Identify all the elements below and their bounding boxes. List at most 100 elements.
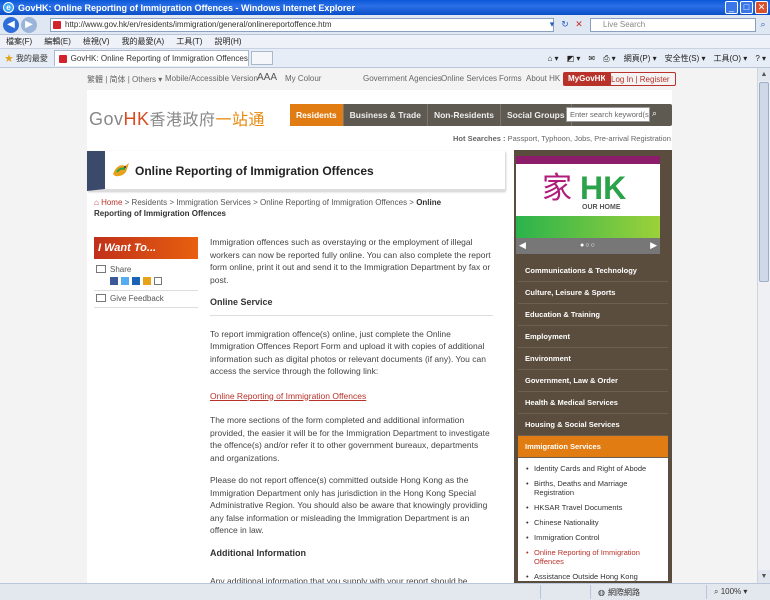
- minimize-button[interactable]: _: [725, 1, 738, 14]
- tools-menu[interactable]: 工具(O) ▾: [714, 53, 748, 64]
- language-switch[interactable]: 繁體 | 简体 | Others ▾: [87, 74, 162, 85]
- online-services-link[interactable]: Online Services: [441, 74, 497, 83]
- safety-menu[interactable]: 安全性(S) ▾: [665, 53, 706, 64]
- banner-next-icon[interactable]: ▶: [650, 240, 657, 251]
- page-title-box: Online Reporting of Immigration Offences: [87, 151, 505, 191]
- hot-searches-label: Hot Searches :: [453, 134, 506, 143]
- cat-communications[interactable]: Communications & Technology: [518, 260, 668, 282]
- my-colour-link[interactable]: My Colour: [285, 74, 321, 83]
- cat-government[interactable]: Government, Law & Order: [518, 370, 668, 392]
- i-want-to-banner[interactable]: I Want To...: [94, 237, 198, 259]
- zoom-control[interactable]: ⌕ 100% ▾: [714, 587, 747, 597]
- twitter-icon[interactable]: [121, 277, 129, 285]
- more-sections-paragraph: The more sections of the form completed …: [210, 415, 490, 463]
- login-register-link[interactable]: Log In | Register: [605, 72, 676, 86]
- keyword-search-icon[interactable]: ⌕: [652, 108, 657, 119]
- url-input[interactable]: http://www.gov.hk/en/residents/immigrati…: [50, 18, 554, 32]
- sub-chinese-nationality[interactable]: Chinese Nationality: [524, 518, 668, 527]
- stop-icon[interactable]: ✕: [572, 18, 586, 32]
- site-header: GovHK香港政府一站通 Residents Business & Trade …: [87, 90, 672, 150]
- cat-immigration[interactable]: Immigration Services: [518, 436, 668, 458]
- refresh-icon[interactable]: ↻: [558, 18, 572, 32]
- address-bar: ◀ ▶ http://www.gov.hk/en/residents/immig…: [0, 15, 770, 35]
- nav-social-groups[interactable]: Social Groups: [501, 104, 572, 126]
- scroll-thumb[interactable]: [759, 82, 769, 282]
- menu-help[interactable]: 說明(H): [214, 36, 241, 47]
- print-icon[interactable]: ⎙ ▾: [603, 54, 616, 64]
- right-sidebar: 家 HK OUR HOME ◀ ●○○ ▶ Communications & T…: [514, 150, 672, 583]
- about-hk-link[interactable]: About HK: [526, 74, 560, 83]
- home-icon[interactable]: ⌂ ▾: [547, 54, 558, 63]
- facebook-icon[interactable]: [110, 277, 118, 285]
- menu-edit[interactable]: 編輯(E): [44, 36, 71, 47]
- mygovhk-button[interactable]: MyGovHK: [563, 72, 612, 86]
- sub-travel-documents[interactable]: HKSAR Travel Documents: [524, 503, 668, 512]
- sub-immigration-control[interactable]: Immigration Control: [524, 533, 668, 542]
- maximize-button[interactable]: □: [740, 1, 753, 14]
- govhk-page: 繁體 | 简体 | Others ▾ Mobile/Accessible Ver…: [87, 68, 676, 583]
- scroll-up-icon[interactable]: ▲: [758, 68, 770, 81]
- sub-identity-cards[interactable]: Identity Cards and Right of Abode: [524, 464, 668, 473]
- dropdown-arrow-icon[interactable]: ▾: [545, 18, 559, 32]
- vertical-scrollbar[interactable]: ▲ ▼: [757, 68, 770, 583]
- government-agencies-link[interactable]: Government Agencies: [363, 74, 442, 83]
- home-icon[interactable]: ⌂: [94, 198, 99, 207]
- live-search-input[interactable]: Live Search: [590, 18, 756, 32]
- mobile-version-link[interactable]: Mobile/Accessible Version: [165, 74, 258, 83]
- our-home-banner[interactable]: 家 HK OUR HOME ◀ ●○○ ▶: [516, 156, 660, 254]
- menu-view[interactable]: 檢視(V): [83, 36, 110, 47]
- breadcrumb-trail[interactable]: > Residents > Immigration Services > Onl…: [122, 198, 416, 207]
- favorites-star-icon[interactable]: ★: [4, 52, 14, 65]
- banner-prev-icon[interactable]: ◀: [519, 240, 526, 251]
- menu-file[interactable]: 檔案(F): [6, 36, 32, 47]
- left-tools: Share Give Feedback: [96, 263, 196, 304]
- nav-residents[interactable]: Residents: [290, 104, 344, 126]
- tab-label: GovHK: Online Reporting of Immigration O…: [70, 54, 248, 63]
- menu-favorites[interactable]: 我的最愛(A): [122, 36, 165, 47]
- status-divider: [706, 585, 707, 599]
- govhk-logo[interactable]: GovHK香港政府一站通: [89, 106, 265, 130]
- cat-education[interactable]: Education & Training: [518, 304, 668, 326]
- mail-icon[interactable]: ✉: [588, 54, 595, 63]
- page-viewport: 繁體 | 简体 | Others ▾ Mobile/Accessible Ver…: [0, 68, 757, 583]
- nav-business-trade[interactable]: Business & Trade: [344, 104, 428, 126]
- cat-culture[interactable]: Culture, Leisure & Sports: [518, 282, 668, 304]
- online-reporting-link[interactable]: Online Reporting of Immigration Offences: [210, 391, 366, 401]
- cat-housing[interactable]: Housing & Social Services: [518, 414, 668, 436]
- sub-assistance-outside[interactable]: Assistance Outside Hong Kong: [524, 572, 668, 581]
- feedback-row[interactable]: Give Feedback: [96, 292, 196, 304]
- hot-searches-terms[interactable]: Passport, Typhoon, Jobs, Pre-arrival Reg…: [508, 134, 671, 143]
- nav-non-residents[interactable]: Non-Residents: [428, 104, 501, 126]
- email-share-icon[interactable]: [154, 277, 162, 285]
- scroll-down-icon[interactable]: ▼: [758, 570, 770, 583]
- sub-online-reporting[interactable]: Online Reporting of Immigration Offences: [524, 548, 668, 566]
- keyword-search-input[interactable]: Enter search keyword(s): [566, 107, 650, 122]
- delicious-icon[interactable]: [132, 277, 140, 285]
- new-tab-button[interactable]: [250, 51, 273, 65]
- font-size-control[interactable]: AAA: [257, 72, 277, 83]
- banner-pager[interactable]: ●○○: [580, 242, 596, 249]
- back-button[interactable]: ◀: [3, 16, 19, 33]
- mail-icon: [96, 265, 106, 273]
- browser-tab[interactable]: GovHK: Online Reporting of Immigration O…: [53, 50, 249, 66]
- digg-icon[interactable]: [143, 277, 151, 285]
- page-menu[interactable]: 網頁(P) ▾: [624, 53, 657, 64]
- article-body: Immigration offences such as overstaying…: [210, 236, 493, 583]
- feeds-icon[interactable]: ◩ ▾: [567, 54, 581, 63]
- cat-health[interactable]: Health & Medical Services: [518, 392, 668, 414]
- favorites-label[interactable]: 我的最愛: [16, 53, 48, 64]
- help-icon[interactable]: ? ▾: [755, 54, 766, 63]
- logo-chinese-2: 一站通: [215, 112, 266, 129]
- sub-births-deaths[interactable]: Births, Deaths and Marriage Registration: [524, 479, 668, 497]
- zone-label: 網際網路: [607, 588, 640, 597]
- menu-tools[interactable]: 工具(T): [176, 36, 202, 47]
- forward-button[interactable]: ▶: [21, 16, 37, 33]
- forms-link[interactable]: Forms: [499, 74, 522, 83]
- search-icon[interactable]: ⌕: [757, 18, 769, 32]
- breadcrumb-home[interactable]: Home: [101, 198, 122, 207]
- additional-info-heading: Additional Information: [210, 547, 306, 558]
- share-row[interactable]: Share: [96, 263, 196, 275]
- close-button[interactable]: ✕: [755, 1, 768, 14]
- cat-employment[interactable]: Employment: [518, 326, 668, 348]
- cat-environment[interactable]: Environment: [518, 348, 668, 370]
